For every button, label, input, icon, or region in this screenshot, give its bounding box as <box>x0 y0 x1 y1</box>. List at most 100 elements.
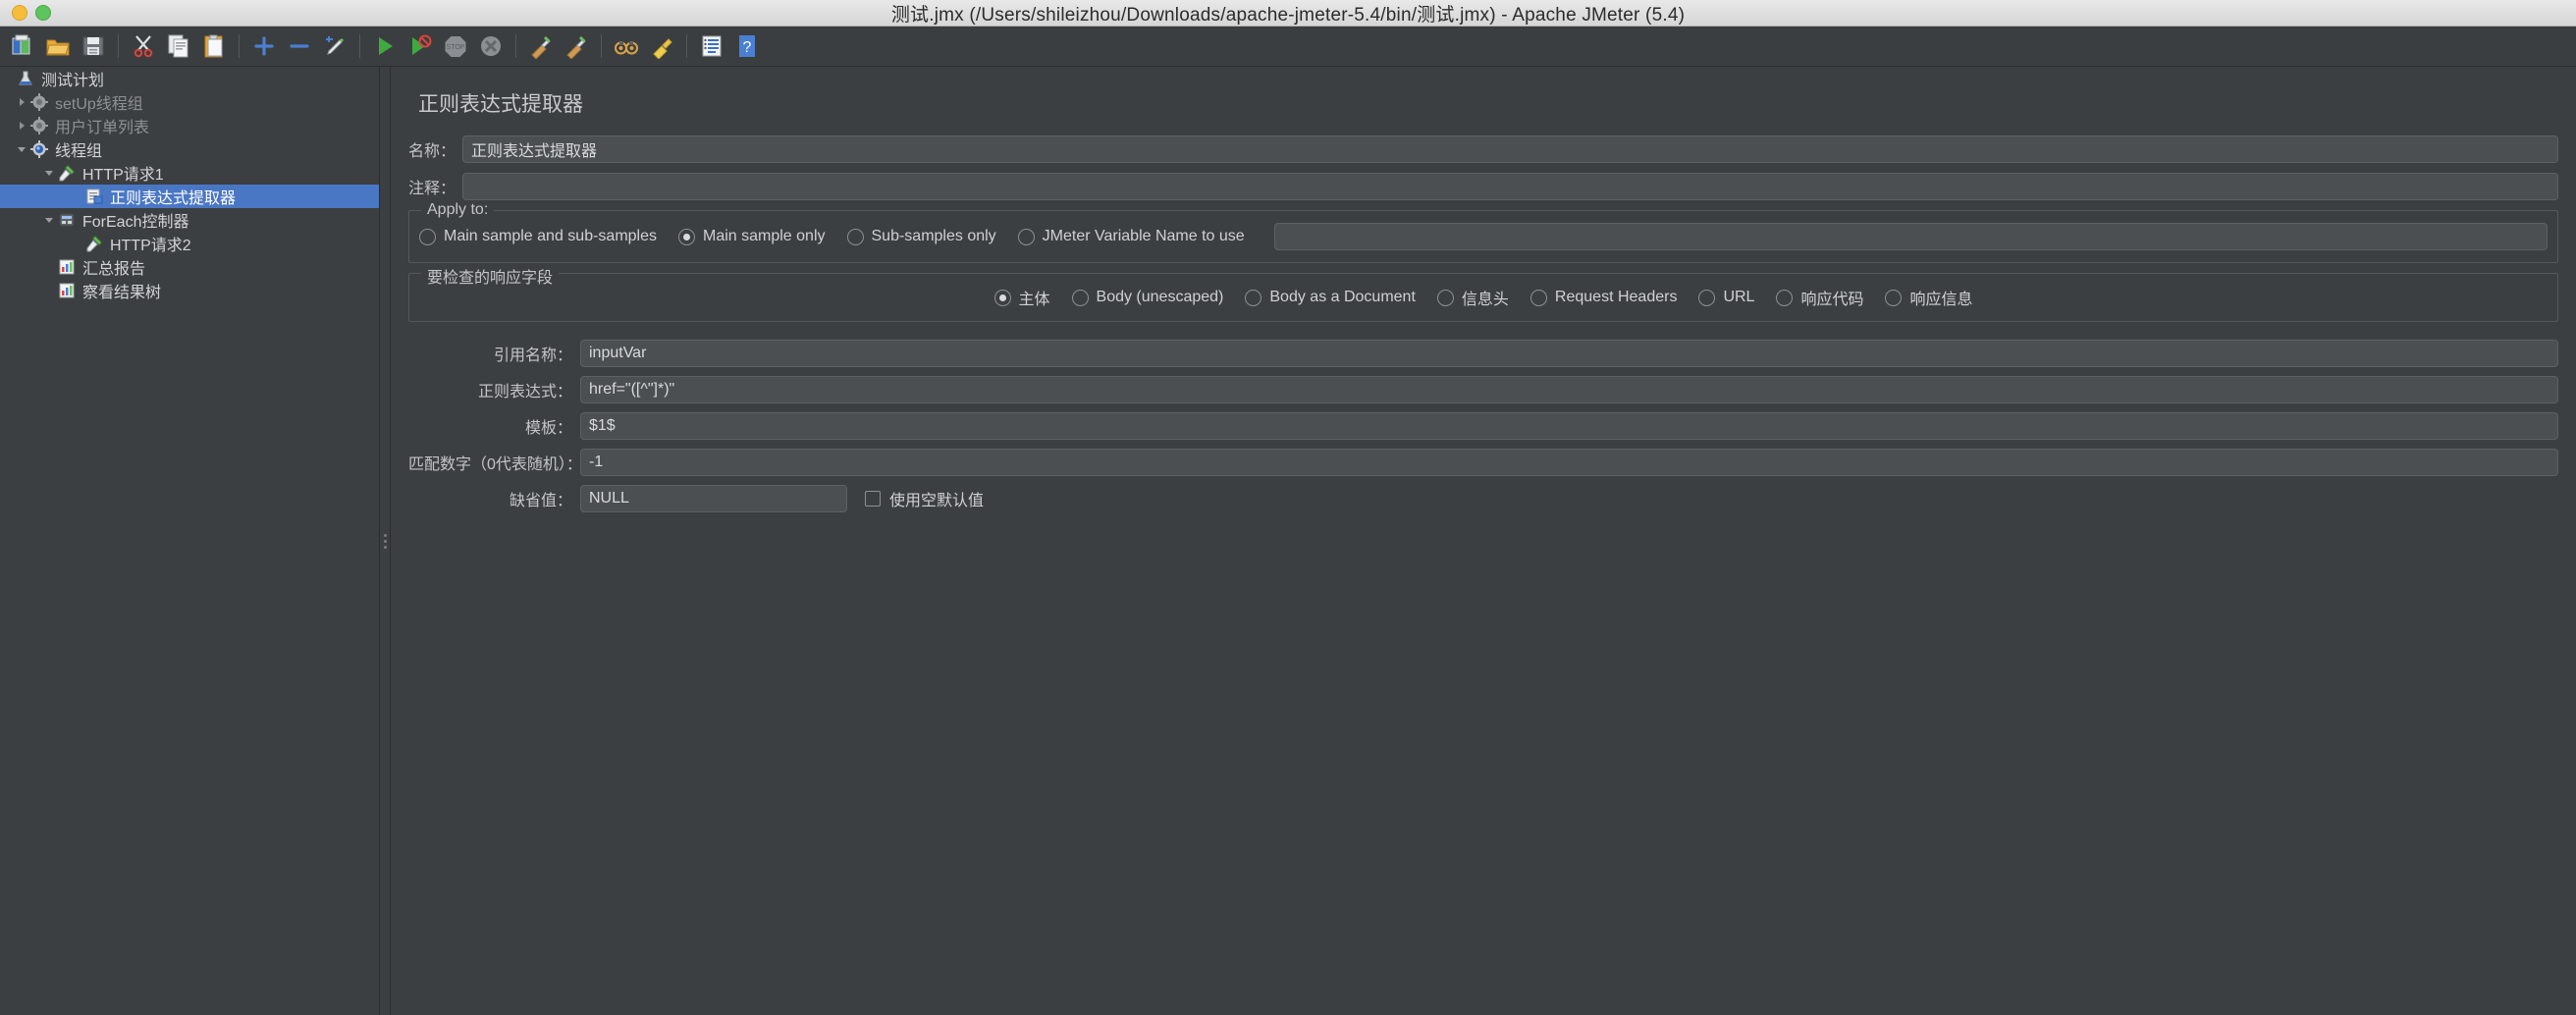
jmeter-variable-input[interactable] <box>1273 223 2548 250</box>
twisty-placeholder <box>69 185 84 208</box>
template-input[interactable] <box>580 412 2558 440</box>
radio-circle-icon[interactable] <box>1436 289 1454 306</box>
pipette-green-icon <box>84 234 104 253</box>
tree-item-label: setUp线程组 <box>55 96 143 113</box>
green-play-icon[interactable] <box>368 29 402 63</box>
shutdown-x-icon[interactable] <box>474 29 508 63</box>
radio-main-only[interactable]: Main sample only <box>678 228 826 245</box>
toolbar-separator <box>601 34 602 58</box>
broom-clear-all-icon[interactable] <box>560 29 593 63</box>
radio-circle-icon[interactable] <box>1245 289 1262 306</box>
apply-to-radio-row: Main sample and sub-samples Main sample … <box>415 211 2551 254</box>
match-number-input[interactable] <box>580 449 2558 476</box>
pencil-toggle-icon[interactable] <box>318 29 351 63</box>
tree-item-thread-group[interactable]: 线程组 <box>0 137 379 161</box>
name-input[interactable] <box>462 135 2558 163</box>
tree-item-setup-thread-group[interactable]: setUp线程组 <box>0 90 379 114</box>
twisty-placeholder <box>41 279 57 302</box>
tree-item-user-order-list[interactable]: 用户订单列表 <box>0 114 379 137</box>
radio-label: JMeter Variable Name to use <box>1042 228 1245 244</box>
radio-circle-icon[interactable] <box>846 228 864 245</box>
radio-body-unescaped[interactable]: Body (unescaped) <box>1071 289 1224 306</box>
radio-response-message[interactable]: 响应信息 <box>1885 286 1972 309</box>
radio-response-headers[interactable]: 信息头 <box>1436 286 1509 309</box>
name-row: 名称： <box>408 135 2558 163</box>
radio-circle-selected-icon[interactable] <box>678 228 695 245</box>
radio-request-headers[interactable]: Request Headers <box>1530 289 1677 306</box>
toolbar-separator <box>239 34 240 58</box>
tree-item-foreach-controller[interactable]: ForEach控制器 <box>0 208 379 232</box>
chevron-down-icon[interactable] <box>41 161 57 185</box>
plus-icon[interactable] <box>247 29 281 63</box>
panel-splitter[interactable] <box>380 67 391 1015</box>
yellow-broom-icon[interactable] <box>645 29 678 63</box>
radio-circle-selected-icon[interactable] <box>993 289 1011 306</box>
clipboard-paste-icon[interactable] <box>197 29 231 63</box>
tree-item-view-results-tree[interactable]: 察看结果树 <box>0 279 379 302</box>
radio-label: URL <box>1723 289 1755 305</box>
radio-url[interactable]: URL <box>1698 289 1754 306</box>
radio-body[interactable]: 主体 <box>993 286 1050 309</box>
radio-label: Sub-samples only <box>871 228 996 244</box>
radio-sub-only[interactable]: Sub-samples only <box>846 228 996 245</box>
binoculars-icon[interactable] <box>610 29 643 63</box>
radio-label: 响应代码 <box>1800 292 1864 308</box>
tree-item-http-request-1[interactable]: HTTP请求1 <box>0 161 379 185</box>
regex-extractor-panel: 正则表达式提取器 名称： 注释： Apply to: Main sample a… <box>391 67 2576 1015</box>
stop-sign-icon[interactable]: STOP <box>439 29 472 63</box>
radio-response-code[interactable]: 响应代码 <box>1776 286 1863 309</box>
open-folder-icon[interactable] <box>41 29 75 63</box>
chevron-down-icon[interactable] <box>14 137 29 161</box>
radio-circle-icon[interactable] <box>1071 289 1089 306</box>
regex-input[interactable] <box>580 376 2558 403</box>
radio-circle-icon[interactable] <box>419 228 436 245</box>
tree-item-label: 汇总报告 <box>82 261 146 278</box>
svg-text:?: ? <box>743 39 752 56</box>
tree-item-test-plan[interactable]: 测试计划 <box>0 67 379 90</box>
reference-name-input[interactable] <box>580 340 2558 367</box>
regex-label: 正则表达式： <box>477 384 572 401</box>
radio-circle-icon[interactable] <box>1698 289 1716 306</box>
chevron-right-icon[interactable] <box>14 90 29 114</box>
question-help-icon[interactable]: ? <box>730 29 764 63</box>
function-list-icon[interactable] <box>695 29 728 63</box>
default-value-input[interactable] <box>580 485 847 512</box>
main-toolbar: STOP ? <box>0 27 2576 67</box>
scissors-icon[interactable] <box>127 29 160 63</box>
regex-row: 正则表达式： <box>408 376 2558 403</box>
chevron-right-icon[interactable] <box>14 114 29 137</box>
controller-icon <box>57 210 77 230</box>
use-empty-default-checkbox-wrap[interactable]: 使用空默认值 <box>865 487 984 510</box>
radio-circle-icon[interactable] <box>1530 289 1547 306</box>
checkbox-icon[interactable] <box>865 491 881 507</box>
tree-item-summary-report[interactable]: 汇总报告 <box>0 255 379 279</box>
name-label: 名称： <box>408 143 456 160</box>
gear-gray-icon <box>29 116 49 135</box>
chevron-down-icon[interactable] <box>41 208 57 232</box>
radio-circle-icon[interactable] <box>1776 289 1794 306</box>
tree-item-label: 测试计划 <box>41 73 105 89</box>
radio-label: Body (unescaped) <box>1096 289 1224 305</box>
copy-icon[interactable] <box>162 29 195 63</box>
radio-circle-icon[interactable] <box>1017 228 1035 245</box>
radio-main-and-sub[interactable]: Main sample and sub-samples <box>419 228 657 245</box>
green-play-no-timer-icon[interactable] <box>403 29 437 63</box>
pipette-green-icon <box>57 163 77 183</box>
main-content: 测试计划 setUp线程组 用户订单列表 线程组 HTTP请求1 正则表达式提取… <box>0 67 2576 1015</box>
radio-jmeter-variable[interactable]: JMeter Variable Name to use <box>1017 228 1245 245</box>
page-title: 正则表达式提取器 <box>418 93 583 116</box>
tree-item-http-request-2[interactable]: HTTP请求2 <box>0 232 379 255</box>
test-plan-tree[interactable]: 测试计划 setUp线程组 用户订单列表 线程组 HTTP请求1 正则表达式提取… <box>0 67 380 1015</box>
radio-circle-icon[interactable] <box>1885 289 1903 306</box>
toolbar-separator <box>515 34 516 58</box>
minus-icon[interactable] <box>283 29 316 63</box>
save-disk-icon[interactable] <box>77 29 110 63</box>
tree-item-regex-extractor[interactable]: 正则表达式提取器 <box>0 185 379 208</box>
new-document-icon[interactable] <box>6 29 39 63</box>
broom-clear-icon[interactable] <box>524 29 558 63</box>
comment-input[interactable] <box>462 173 2558 200</box>
radio-body-as-document[interactable]: Body as a Document <box>1245 289 1416 306</box>
template-row: 模板： <box>408 412 2558 440</box>
reference-name-row: 引用名称： <box>408 340 2558 367</box>
toolbar-separator <box>359 34 360 58</box>
